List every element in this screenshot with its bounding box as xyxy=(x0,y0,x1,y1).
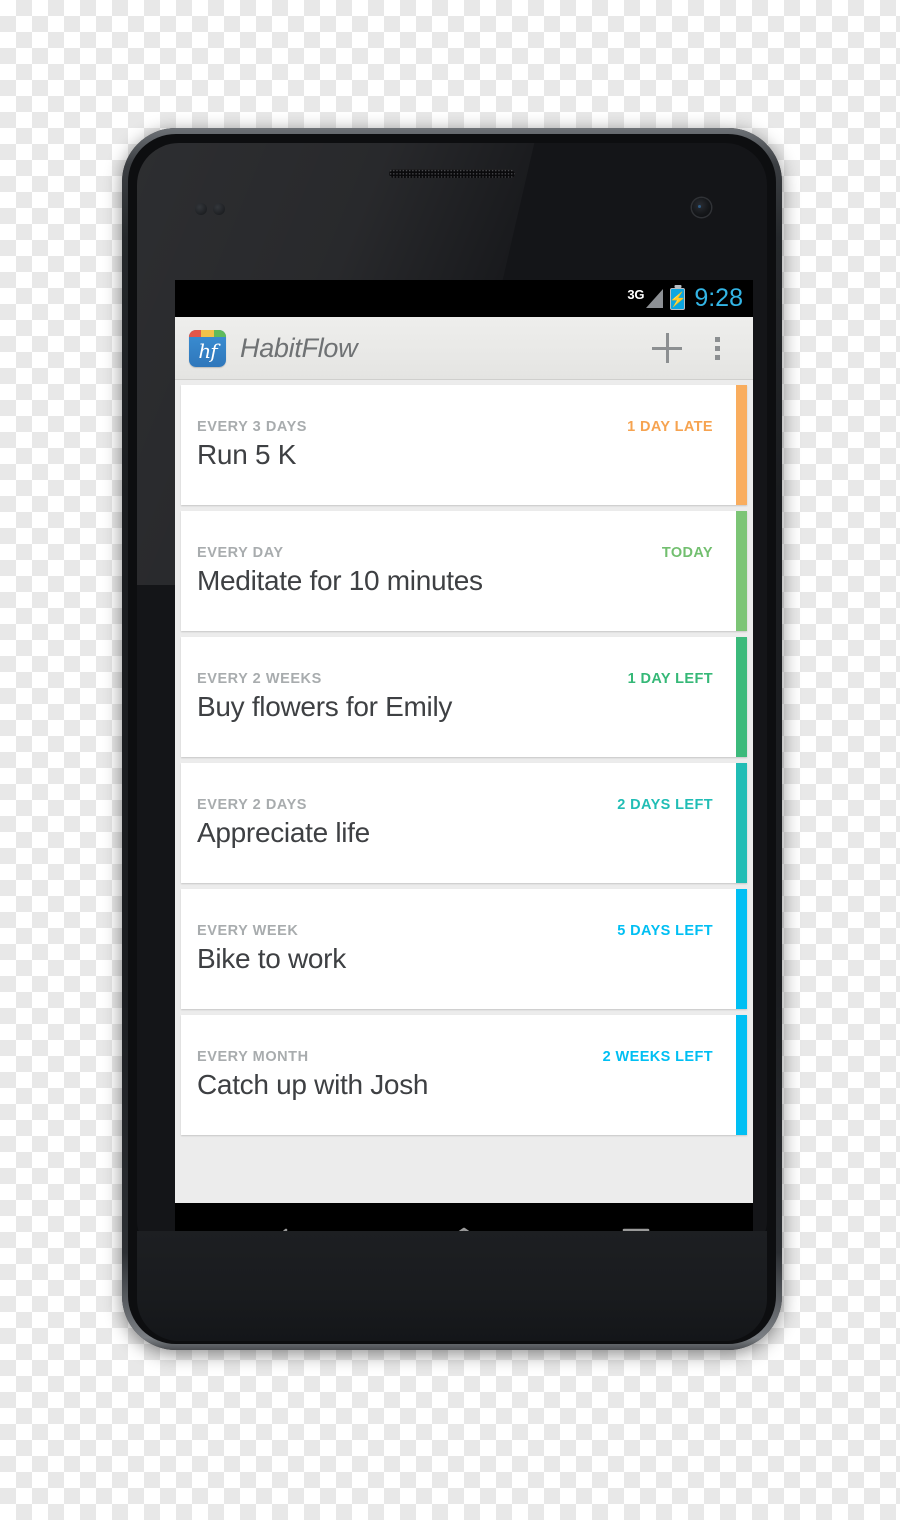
habitflow-app-icon: hf xyxy=(189,329,226,367)
habit-card[interactable]: EVERY MONTH 2 WEEKS LEFT Catch up with J… xyxy=(181,1015,747,1135)
habit-list[interactable]: EVERY 3 DAYS 1 DAY LATE Run 5 K EVERY DA… xyxy=(175,380,753,1203)
habit-status-accent-bar xyxy=(736,1015,747,1135)
habit-name: Meditate for 10 minutes xyxy=(197,565,483,597)
proximity-sensor-icon xyxy=(195,203,207,215)
habit-status-accent-bar xyxy=(736,637,747,757)
habit-meta-row: EVERY MONTH 2 WEEKS LEFT xyxy=(197,1049,729,1065)
habit-meta-row: EVERY WEEK 5 DAYS LEFT xyxy=(197,923,729,939)
network-type-label: 3G xyxy=(627,286,645,302)
action-bar: hf HabitFlow xyxy=(175,317,753,380)
status-bar-clock: 9:28 xyxy=(694,284,743,312)
habit-due-label: 1 DAY LATE xyxy=(627,419,713,436)
habit-status-accent-bar xyxy=(736,889,747,1009)
android-smartphone: 3G ⚡ 9:28 hf HabitFlow EVERY 3 DAYS 1 DA… xyxy=(122,128,782,1350)
habit-meta-row: EVERY 2 WEEKS 1 DAY LEFT xyxy=(197,671,729,687)
habit-due-label: TODAY xyxy=(661,545,713,562)
app-icon-letters: hf xyxy=(198,338,217,363)
habit-period-label: EVERY WEEK xyxy=(197,923,299,940)
habit-status-accent-bar xyxy=(736,385,747,505)
app-icon-tab-red xyxy=(189,329,202,337)
habit-name: Appreciate life xyxy=(197,817,370,849)
habit-due-label: 2 WEEKS LEFT xyxy=(602,1049,713,1066)
habit-card[interactable]: EVERY DAY TODAY Meditate for 10 minutes xyxy=(181,511,747,631)
light-sensor-icon xyxy=(213,203,225,215)
signal-indicator: 3G xyxy=(627,286,664,310)
habit-period-label: EVERY DAY xyxy=(197,545,284,562)
habit-name: Run 5 K xyxy=(197,439,297,471)
camera-lens-glint xyxy=(698,205,701,208)
front-camera-icon xyxy=(692,198,711,217)
habit-due-label: 1 DAY LEFT xyxy=(627,671,713,688)
overflow-menu-icon-dot3 xyxy=(714,354,720,360)
signal-bars-icon xyxy=(646,288,664,308)
app-icon-tab-yellow xyxy=(201,329,214,337)
overflow-menu-button[interactable] xyxy=(693,322,741,374)
habit-period-label: EVERY MONTH xyxy=(197,1049,309,1066)
habit-card[interactable]: EVERY 2 DAYS 2 DAYS LEFT Appreciate life xyxy=(181,763,747,883)
habit-status-accent-bar xyxy=(736,511,747,631)
phone-bottom-chin xyxy=(137,1231,767,1341)
phone-glass-panel: 3G ⚡ 9:28 hf HabitFlow EVERY 3 DAYS 1 DA… xyxy=(137,143,767,1248)
battery-charging-icon: ⚡ xyxy=(669,284,687,310)
overflow-menu-icon-dot2 xyxy=(714,345,720,351)
habit-status-accent-bar xyxy=(736,763,747,883)
habit-meta-row: EVERY DAY TODAY xyxy=(197,545,729,561)
habit-period-label: EVERY 3 DAYS xyxy=(197,419,308,436)
phone-screen: 3G ⚡ 9:28 hf HabitFlow EVERY 3 DAYS 1 DA… xyxy=(175,280,753,1240)
habit-name: Catch up with Josh xyxy=(197,1069,429,1101)
charging-bolt-icon: ⚡ xyxy=(669,290,687,307)
habit-card[interactable]: EVERY WEEK 5 DAYS LEFT Bike to work xyxy=(181,889,747,1009)
earpiece-speaker-icon xyxy=(389,169,515,178)
add-habit-button[interactable] xyxy=(641,322,693,374)
habit-name: Bike to work xyxy=(197,943,346,975)
habit-name: Buy flowers for Emily xyxy=(197,691,453,723)
battery-nub xyxy=(674,284,682,288)
status-bar-right-group: 3G ⚡ 9:28 xyxy=(627,284,743,312)
plus-icon xyxy=(652,333,682,363)
overflow-menu-icon xyxy=(714,336,720,342)
habit-card[interactable]: EVERY 2 WEEKS 1 DAY LEFT Buy flowers for… xyxy=(181,637,747,757)
phone-front-face: 3G ⚡ 9:28 hf HabitFlow EVERY 3 DAYS 1 DA… xyxy=(128,134,776,1344)
habit-period-label: EVERY 2 DAYS xyxy=(197,797,308,814)
habit-due-label: 5 DAYS LEFT xyxy=(617,923,713,940)
habit-period-label: EVERY 2 WEEKS xyxy=(197,671,322,688)
app-icon-tab-green xyxy=(213,329,226,337)
habit-due-label: 2 DAYS LEFT xyxy=(617,797,713,814)
status-bar: 3G ⚡ 9:28 xyxy=(175,280,753,317)
habit-card[interactable]: EVERY 3 DAYS 1 DAY LATE Run 5 K xyxy=(181,385,747,505)
habit-meta-row: EVERY 2 DAYS 2 DAYS LEFT xyxy=(197,797,729,813)
habit-meta-row: EVERY 3 DAYS 1 DAY LATE xyxy=(197,419,729,435)
app-title: HabitFlow xyxy=(240,332,358,363)
